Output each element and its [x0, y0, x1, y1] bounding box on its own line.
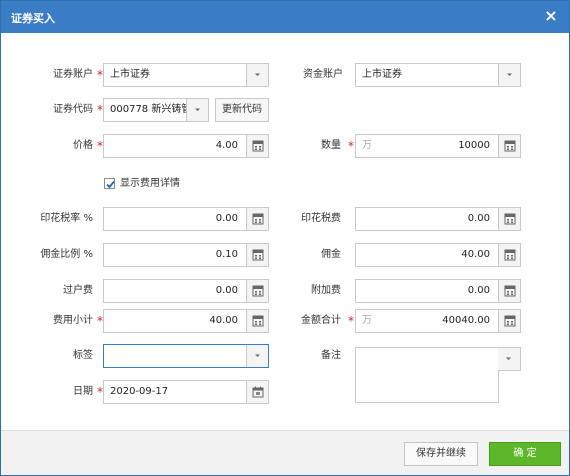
security-code-select[interactable]: 000778 新兴铸管 — [103, 98, 209, 122]
calculator-icon[interactable] — [246, 280, 268, 302]
commission-rate-input[interactable]: 0.10 — [103, 243, 269, 267]
security-code-label: 证券代码 — [53, 104, 93, 115]
date-label: 日期 — [73, 386, 93, 397]
quantity-unit: 万 — [362, 140, 372, 151]
date-input[interactable]: 2020-09-17 — [103, 380, 269, 404]
quantity-input[interactable]: 万 10000 — [355, 134, 521, 158]
price-input[interactable]: 4.00 — [103, 134, 269, 158]
fund-account-select[interactable]: 上市证券 — [355, 63, 521, 87]
stamp-tax-rate-value: 0.00 — [215, 213, 238, 224]
chevron-down-icon[interactable] — [246, 345, 268, 367]
stamp-tax-rate-label: 印花税率 % — [40, 213, 93, 224]
calculator-icon[interactable] — [498, 135, 520, 157]
fee-subtotal-value: 40.00 — [209, 315, 238, 326]
remark-dropdown[interactable] — [498, 347, 521, 371]
calculator-icon[interactable] — [246, 244, 268, 266]
show-fee-details-label[interactable]: 显示费用详情 — [120, 172, 180, 196]
total-amount-label: 金额合计 — [301, 315, 341, 326]
stamp-tax-label: 印花税费 — [301, 213, 341, 224]
fund-account-value: 上市证券 — [362, 69, 402, 80]
chevron-down-icon[interactable] — [498, 64, 520, 86]
fee-subtotal-label: 费用小计 — [53, 315, 93, 326]
chevron-down-icon[interactable] — [246, 64, 268, 86]
securities-account-select[interactable]: 上市证券 — [103, 63, 269, 87]
total-amount-value: 40040.00 — [442, 315, 490, 326]
calculator-icon[interactable] — [246, 135, 268, 157]
commission-input[interactable]: 40.00 — [355, 243, 521, 267]
total-amount-input[interactable]: 万 40040.00 — [355, 309, 521, 333]
surcharge-label: 附加费 — [311, 285, 341, 296]
calendar-icon[interactable] — [246, 381, 268, 403]
transfer-fee-label: 过户费 — [63, 285, 93, 296]
required-mark: * — [348, 139, 354, 153]
close-icon[interactable]: × — [543, 7, 559, 25]
update-code-button[interactable]: 更新代码 — [215, 98, 269, 122]
surcharge-input[interactable]: 0.00 — [355, 279, 521, 303]
price-value: 4.00 — [215, 140, 238, 151]
surcharge-value: 0.00 — [467, 285, 490, 296]
commission-rate-value: 0.10 — [215, 249, 238, 260]
quantity-label: 数量 — [321, 140, 341, 151]
transfer-fee-input[interactable]: 0.00 — [103, 279, 269, 303]
tag-label: 标签 — [73, 350, 93, 361]
chevron-down-icon[interactable] — [186, 99, 208, 121]
date-value: 2020-09-17 — [110, 386, 169, 397]
calculator-icon[interactable] — [498, 244, 520, 266]
remark-label: 备注 — [321, 350, 341, 361]
securities-account-label: 证券账户 — [53, 69, 93, 80]
checkmark-icon — [106, 180, 115, 189]
transfer-fee-value: 0.00 — [215, 285, 238, 296]
stamp-tax-rate-input[interactable]: 0.00 — [103, 207, 269, 231]
price-label: 价格 — [73, 140, 93, 151]
calculator-icon[interactable] — [498, 310, 520, 332]
stamp-tax-value: 0.00 — [467, 213, 490, 224]
fee-subtotal-input[interactable]: 40.00 — [103, 309, 269, 333]
commission-rate-label: 佣金比例 % — [40, 249, 93, 260]
dialog-titlebar: 证券买入 × — [1, 1, 569, 33]
securities-account-value: 上市证券 — [110, 69, 150, 80]
calculator-icon[interactable] — [498, 208, 520, 230]
tag-select[interactable] — [103, 344, 269, 368]
commission-label: 佣金 — [321, 249, 341, 260]
dialog-footer: 保存并继续 确 定 — [1, 430, 569, 475]
dialog-title: 证券买入 — [11, 12, 55, 25]
securities-buy-dialog: 证券买入 × 证券账户 * 上市证券 资金账户 上市证券 证券代码 * 0007… — [0, 0, 570, 476]
total-amount-unit: 万 — [362, 315, 372, 326]
chevron-down-icon[interactable] — [498, 348, 520, 370]
calculator-icon[interactable] — [498, 280, 520, 302]
commission-value: 40.00 — [461, 249, 490, 260]
show-fee-details-checkbox[interactable] — [104, 178, 115, 189]
save-and-continue-button[interactable]: 保存并继续 — [404, 442, 478, 466]
calculator-icon[interactable] — [246, 310, 268, 332]
required-mark: * — [348, 314, 354, 328]
remark-textarea[interactable] — [355, 347, 499, 403]
security-code-value: 000778 新兴铸管 — [110, 104, 192, 115]
calculator-icon[interactable] — [246, 208, 268, 230]
quantity-value: 10000 — [458, 140, 490, 151]
fund-account-label: 资金账户 — [303, 69, 343, 80]
stamp-tax-input[interactable]: 0.00 — [355, 207, 521, 231]
confirm-button[interactable]: 确 定 — [489, 442, 561, 466]
